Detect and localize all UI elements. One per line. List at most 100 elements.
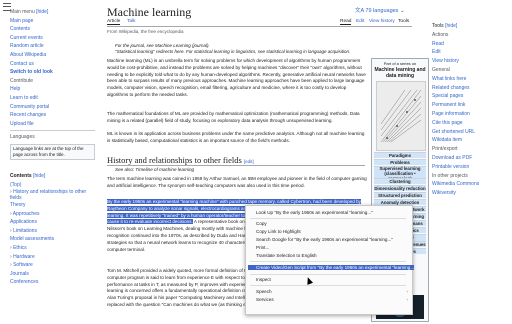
infobox-image — [376, 81, 426, 151]
languages-note: Language links are at the top of the pag… — [10, 143, 95, 160]
tools-heading: Tools [hide] — [432, 22, 512, 31]
main-menu-label: Main menu — [10, 9, 35, 15]
toc-item-theory[interactable]: Theory — [10, 201, 95, 210]
paragraph-foundations: The mathematical foundations of ML are p… — [107, 111, 360, 123]
infobox-row[interactable]: Structured prediction — [374, 192, 426, 198]
sidebar-item-contents[interactable]: Contents — [10, 25, 95, 34]
menu-item-services[interactable]: Services — [256, 297, 406, 302]
section-edit-link[interactable]: [edit] — [244, 159, 254, 164]
sidebar-item-random-article[interactable]: Random article — [10, 42, 95, 51]
tab-talk[interactable]: Talk — [127, 19, 136, 24]
tools-cite-this-page[interactable]: Cite this page — [432, 119, 512, 128]
from-wikipedia-tagline: From Wikipedia, the free encyclopedia — [107, 29, 184, 34]
print-export-heading: Print/export — [432, 146, 458, 153]
infobox-image-art — [377, 82, 425, 150]
context-menu: Look Up "By the early 1960s an experimen… — [245, 205, 414, 315]
languages-button[interactable]: 文A 79 languages ⌄ — [355, 6, 405, 14]
tools-what-links-here[interactable]: What links here — [432, 75, 512, 84]
menu-item-copy[interactable]: Copy — [256, 221, 406, 226]
chevron-right-icon: › — [406, 297, 408, 302]
tab-read[interactable]: Read — [340, 19, 352, 25]
sidebar-item-contact[interactable]: Contact us — [10, 60, 95, 69]
section-heading-history: History and relationships to other field… — [107, 155, 365, 166]
menu-item-speech-label: Speech — [256, 289, 272, 294]
menu-item-look-up[interactable]: Look Up "By the early 1960s an experimen… — [256, 210, 406, 215]
sidebar-item-community-portal[interactable]: Community portal — [10, 103, 95, 112]
chevron-down-icon: ⌄ — [399, 8, 405, 14]
menu-divider — [250, 261, 406, 262]
toc-item-software[interactable]: › Software — [10, 261, 95, 270]
tools-view-history[interactable]: View history — [432, 57, 512, 66]
tab-article[interactable]: Article — [107, 19, 121, 25]
infobox-row[interactable]: Paradigms — [374, 152, 426, 158]
tools-page-information[interactable]: Page information — [432, 110, 512, 119]
tab-tools[interactable]: Tools — [398, 19, 409, 24]
other-projects-heading: In other projects — [432, 172, 468, 179]
page-tabs: Article Talk Read Edit View history Tool… — [107, 18, 412, 27]
sidebar-item-current-events[interactable]: Current events — [10, 34, 95, 43]
infobox-row[interactable]: Problems — [374, 159, 426, 165]
hatnote-redirect: "Statistical learning" redirects here. F… — [115, 49, 351, 54]
menu-item-inspect[interactable]: Inspect — [256, 277, 406, 282]
toc-item-limitations[interactable]: › Limitations — [10, 227, 95, 236]
chevron-right-icon: › — [10, 227, 12, 234]
toc-item-applications[interactable]: Applications — [10, 218, 95, 227]
menu-item-search-google[interactable]: Search Google for "By the early 1960s an… — [256, 237, 406, 242]
actions-heading: Actions — [432, 31, 449, 38]
tools-wikiversity[interactable]: Wikiversity — [432, 189, 512, 198]
toc-item-model-assessments[interactable]: Model assessments — [10, 235, 95, 244]
toc-item-approaches-label: Approaches — [12, 210, 40, 217]
left-sidebar: Main menu [hide] Main page Contents Curr… — [10, 8, 95, 320]
sidebar-item-switch-old-look[interactable]: Switch to old look — [10, 68, 95, 77]
menu-item-services-label: Services — [256, 297, 274, 302]
tools-edit[interactable]: Edit — [432, 48, 512, 57]
sidebar-item-about[interactable]: About Wikipedia — [10, 51, 95, 60]
toc-item-history[interactable]: › History and relationships to other fie… — [10, 189, 95, 201]
sidebar-item-recent-changes[interactable]: Recent changes — [10, 111, 95, 120]
contents-heading: Contents [hide] — [10, 172, 95, 181]
menu-item-copy-link-highlight[interactable]: Copy Link to Highlight — [256, 229, 406, 234]
main-menu-hide-link[interactable]: [hide] — [36, 9, 48, 15]
infobox-title: Part of a series on Machine learning and… — [374, 61, 426, 79]
tools-printable-version[interactable]: Printable version — [432, 163, 512, 172]
menu-item-translate[interactable]: Translate Selection to English — [256, 253, 406, 258]
chevron-right-icon: › — [10, 253, 12, 260]
languages-count: 79 languages — [365, 8, 399, 14]
tab-edit[interactable]: Edit — [356, 19, 364, 24]
chevron-right-icon: › — [10, 210, 12, 217]
toc-item-hardware[interactable]: › Hardware — [10, 253, 95, 262]
menu-item-print[interactable]: Print... — [256, 245, 406, 250]
infobox-row[interactable]: Clustering — [374, 178, 426, 184]
toc-item-top[interactable]: (Top) — [10, 181, 95, 190]
toc-item-conferences[interactable]: Conferences — [10, 278, 95, 287]
tools-permanent-link[interactable]: Permanent link — [432, 101, 512, 110]
sidebar-item-help[interactable]: Help — [10, 85, 95, 94]
menu-item-speech[interactable]: Speech — [256, 289, 406, 294]
tools-wikidata-item[interactable]: Wikidata item — [432, 136, 512, 145]
tools-shortened-url[interactable]: Get shortened URL — [432, 128, 512, 137]
tools-special-pages[interactable]: Special pages — [432, 92, 512, 101]
menu-item-create-video-script[interactable]: Create Video/Gen Script from "By the ear… — [248, 265, 414, 270]
tools-wikimedia-commons[interactable]: Wikimedia Commons — [432, 180, 512, 189]
paragraph-intro: Machine learning (ML) is an umbrella ter… — [107, 58, 366, 97]
tab-view-history[interactable]: View history — [369, 19, 395, 24]
paragraph-business: ML is known in its application across bu… — [107, 131, 365, 143]
sidebar-item-main-page[interactable]: Main page — [10, 17, 95, 26]
languages-heading: Languages — [10, 134, 35, 141]
tools-read[interactable]: Read — [432, 40, 512, 49]
toc-item-approaches[interactable]: › Approaches — [10, 210, 95, 219]
infobox-row[interactable]: Dimensionality reduction — [374, 185, 426, 191]
tools-related-changes[interactable]: Related changes — [432, 84, 512, 93]
tools-download-pdf[interactable]: Download as PDF — [432, 154, 512, 163]
toc-item-ethics-label: Ethics — [13, 245, 27, 252]
toc-item-software-label: Software — [13, 262, 33, 269]
toc-item-journals[interactable]: Journals — [10, 270, 95, 279]
see-also-note: See also: Timeline of machine learning — [115, 167, 195, 172]
tools-hide-link[interactable]: [hide] — [445, 23, 457, 29]
sidebar-item-upload-file[interactable]: Upload file — [10, 120, 95, 129]
sidebar-item-learn-to-edit[interactable]: Learn to edit — [10, 94, 95, 103]
contents-hide-link[interactable]: [hide] — [33, 173, 45, 179]
translate-icon: 文A — [355, 8, 364, 14]
toc-item-history-label: History and relationships to other field… — [10, 189, 87, 202]
toc-item-ethics[interactable]: › Ethics — [10, 244, 95, 253]
